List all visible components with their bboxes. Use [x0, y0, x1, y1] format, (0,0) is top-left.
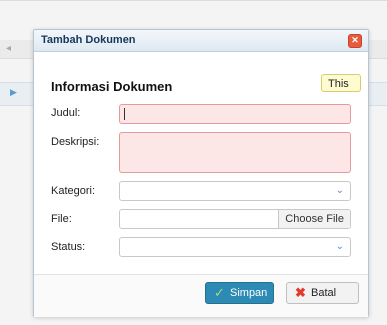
tooltip-text: This: [328, 78, 349, 90]
chevron-down-icon: ⌄: [335, 185, 344, 196]
dialog-titlebar: Tambah Dokumen ✕: [34, 30, 368, 52]
save-button-label: Simpan: [230, 287, 268, 299]
page-top-border: [0, 0, 387, 1]
section-heading: Informasi Dokumen: [51, 79, 173, 94]
tambah-dokumen-dialog: Tambah Dokumen ✕ Informasi Dokumen Judul…: [33, 29, 369, 317]
check-icon: ✓: [214, 285, 225, 300]
judul-input[interactable]: [119, 104, 351, 124]
status-label: Status:: [51, 241, 86, 253]
kategori-label: Kategori:: [51, 185, 96, 197]
chevron-down-icon: ⌄: [335, 241, 344, 252]
kategori-select[interactable]: ⌄: [119, 181, 351, 201]
validation-tooltip: This: [321, 74, 361, 92]
save-button[interactable]: ✓ Simpan: [205, 282, 274, 304]
deskripsi-textarea[interactable]: [119, 132, 351, 173]
background-left-arrow-icon: ◂: [6, 43, 12, 54]
choose-file-button[interactable]: Choose File: [278, 210, 350, 228]
file-label: File:: [51, 213, 72, 225]
file-input[interactable]: Choose File: [119, 209, 351, 229]
cancel-button-label: Batal: [311, 287, 337, 299]
status-select[interactable]: ⌄: [119, 237, 351, 257]
close-icon[interactable]: ✕: [348, 34, 362, 48]
cancel-button[interactable]: ✖ Batal: [286, 282, 359, 304]
text-caret: [124, 108, 125, 120]
deskripsi-label: Deskripsi:: [51, 136, 100, 148]
judul-label: Judul:: [51, 107, 81, 119]
dialog-title: Tambah Dokumen: [41, 34, 136, 46]
background-expand-arrow-icon: ▶: [10, 87, 17, 97]
x-icon: ✖: [295, 285, 306, 300]
